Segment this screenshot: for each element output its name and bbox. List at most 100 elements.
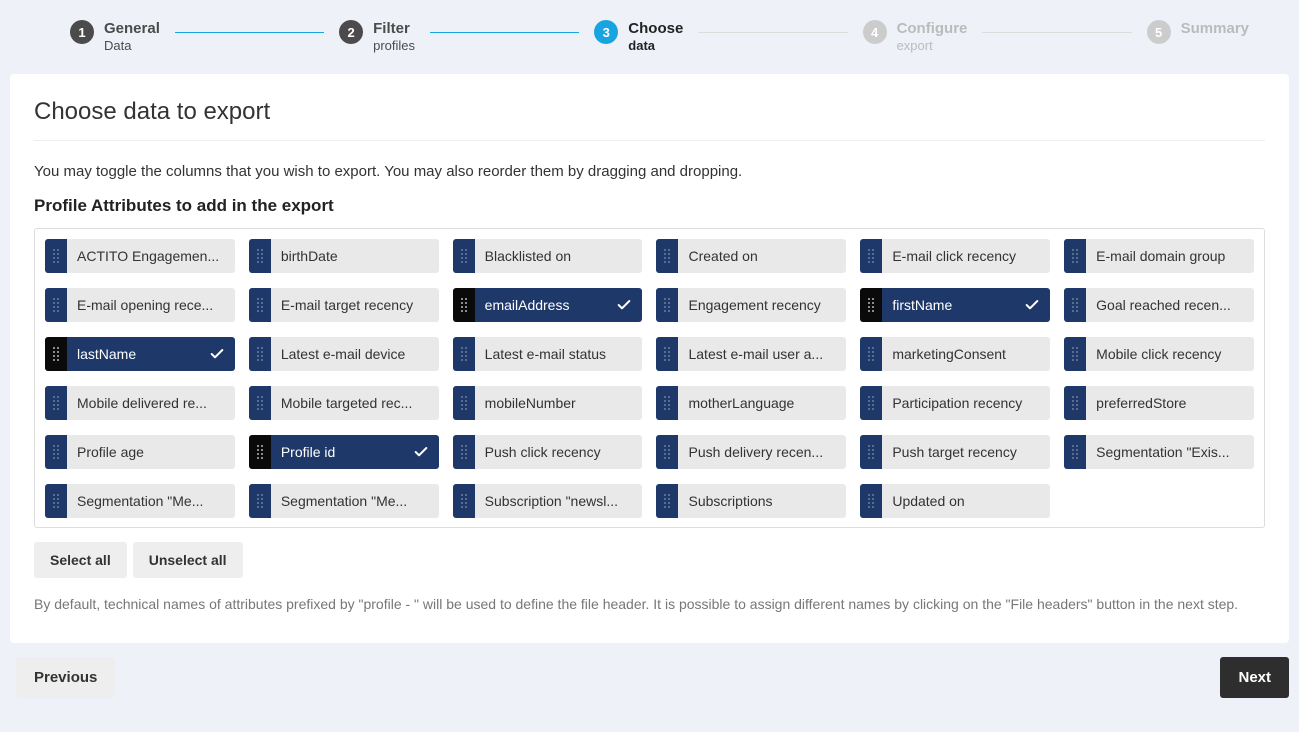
attribute-chip-body[interactable]: Subscription "newsl... <box>475 484 643 518</box>
drag-handle-icon[interactable] <box>1064 435 1086 469</box>
attribute-chip[interactable]: mobileNumber <box>453 386 643 420</box>
step-general[interactable]: 1GeneralData <box>70 20 160 54</box>
attribute-chip[interactable]: Segmentation "Exis... <box>1064 435 1254 469</box>
attribute-chip-body[interactable]: Mobile delivered re... <box>67 386 235 420</box>
attribute-chip[interactable]: Subscription "newsl... <box>453 484 643 518</box>
attribute-chip-body[interactable]: Profile age <box>67 435 235 469</box>
attribute-chip-body[interactable]: Engagement recency <box>678 288 846 322</box>
attribute-chip-body[interactable]: Latest e-mail status <box>475 337 643 371</box>
drag-handle-icon[interactable] <box>1064 288 1086 322</box>
step-choose[interactable]: 3Choosedata <box>594 20 683 54</box>
attribute-chip[interactable]: ACTITO Engagemen... <box>45 239 235 273</box>
attribute-chip-body[interactable]: Updated on <box>882 484 1050 518</box>
attribute-chip[interactable]: Segmentation "Me... <box>45 484 235 518</box>
attribute-chip[interactable]: birthDate <box>249 239 439 273</box>
attribute-chip[interactable]: Push target recency <box>860 435 1050 469</box>
drag-handle-icon[interactable] <box>45 288 67 322</box>
drag-handle-icon[interactable] <box>860 435 882 469</box>
attribute-chip-body[interactable]: Mobile click recency <box>1086 337 1254 371</box>
drag-handle-icon[interactable] <box>1064 239 1086 273</box>
attribute-chip-body[interactable]: E-mail domain group <box>1086 239 1254 273</box>
select-all-button[interactable]: Select all <box>34 542 127 578</box>
drag-handle-icon[interactable] <box>249 288 271 322</box>
attribute-chip[interactable]: Latest e-mail device <box>249 337 439 371</box>
attribute-chip-body[interactable]: Profile id <box>271 435 439 469</box>
attribute-chip-body[interactable]: Created on <box>678 239 846 273</box>
attribute-chip-body[interactable]: marketingConsent <box>882 337 1050 371</box>
attribute-chip-body[interactable]: Segmentation "Me... <box>67 484 235 518</box>
drag-handle-icon[interactable] <box>656 337 678 371</box>
attribute-chip[interactable]: lastName <box>45 337 235 371</box>
attribute-chip[interactable]: Participation recency <box>860 386 1050 420</box>
drag-handle-icon[interactable] <box>45 435 67 469</box>
attribute-chip-body[interactable]: E-mail target recency <box>271 288 439 322</box>
drag-handle-icon[interactable] <box>656 386 678 420</box>
attribute-chip[interactable]: Push click recency <box>453 435 643 469</box>
attribute-chip[interactable]: Profile age <box>45 435 235 469</box>
attribute-chip[interactable]: motherLanguage <box>656 386 846 420</box>
attribute-chip-body[interactable]: preferredStore <box>1086 386 1254 420</box>
drag-handle-icon[interactable] <box>453 386 475 420</box>
attribute-chip-body[interactable]: Subscriptions <box>678 484 846 518</box>
step-filter[interactable]: 2Filterprofiles <box>339 20 415 54</box>
attribute-chip[interactable]: emailAddress <box>453 288 643 322</box>
drag-handle-icon[interactable] <box>453 484 475 518</box>
drag-handle-icon[interactable] <box>860 484 882 518</box>
drag-handle-icon[interactable] <box>249 484 271 518</box>
previous-button[interactable]: Previous <box>16 657 115 698</box>
drag-handle-icon[interactable] <box>1064 337 1086 371</box>
attribute-chip[interactable]: E-mail click recency <box>860 239 1050 273</box>
attribute-chip-body[interactable]: Latest e-mail device <box>271 337 439 371</box>
attribute-chip[interactable]: Mobile click recency <box>1064 337 1254 371</box>
drag-handle-icon[interactable] <box>453 239 475 273</box>
attribute-chip-body[interactable]: mobileNumber <box>475 386 643 420</box>
attribute-chip-body[interactable]: birthDate <box>271 239 439 273</box>
drag-handle-icon[interactable] <box>45 484 67 518</box>
attribute-chip-body[interactable]: Latest e-mail user a... <box>678 337 846 371</box>
attribute-chip-body[interactable]: E-mail opening rece... <box>67 288 235 322</box>
attribute-chip[interactable]: marketingConsent <box>860 337 1050 371</box>
attribute-chip[interactable]: E-mail target recency <box>249 288 439 322</box>
attribute-chip[interactable]: Created on <box>656 239 846 273</box>
attribute-chip[interactable]: Mobile targeted rec... <box>249 386 439 420</box>
drag-handle-icon[interactable] <box>45 337 67 371</box>
attribute-chip-body[interactable]: E-mail click recency <box>882 239 1050 273</box>
attribute-chip-body[interactable]: Participation recency <box>882 386 1050 420</box>
attribute-chip-body[interactable]: Push delivery recen... <box>678 435 846 469</box>
drag-handle-icon[interactable] <box>453 337 475 371</box>
attribute-chip-body[interactable]: Push click recency <box>475 435 643 469</box>
attribute-chip[interactable]: Profile id <box>249 435 439 469</box>
drag-handle-icon[interactable] <box>656 239 678 273</box>
attribute-chip[interactable]: Latest e-mail status <box>453 337 643 371</box>
attribute-chip[interactable]: preferredStore <box>1064 386 1254 420</box>
attribute-chip[interactable]: Latest e-mail user a... <box>656 337 846 371</box>
unselect-all-button[interactable]: Unselect all <box>133 542 243 578</box>
drag-handle-icon[interactable] <box>249 239 271 273</box>
attribute-chip-body[interactable]: Segmentation "Me... <box>271 484 439 518</box>
attribute-chip[interactable]: E-mail domain group <box>1064 239 1254 273</box>
attribute-chip-body[interactable]: Mobile targeted rec... <box>271 386 439 420</box>
attribute-chip[interactable]: Push delivery recen... <box>656 435 846 469</box>
drag-handle-icon[interactable] <box>860 337 882 371</box>
attribute-chip-body[interactable]: ACTITO Engagemen... <box>67 239 235 273</box>
attribute-chip[interactable]: Segmentation "Me... <box>249 484 439 518</box>
drag-handle-icon[interactable] <box>249 386 271 420</box>
attribute-chip[interactable]: Engagement recency <box>656 288 846 322</box>
drag-handle-icon[interactable] <box>453 435 475 469</box>
drag-handle-icon[interactable] <box>860 288 882 322</box>
attribute-chip[interactable]: firstName <box>860 288 1050 322</box>
drag-handle-icon[interactable] <box>860 239 882 273</box>
attribute-chip[interactable]: Goal reached recen... <box>1064 288 1254 322</box>
attribute-chip-body[interactable]: Blacklisted on <box>475 239 643 273</box>
attribute-chip-body[interactable]: Goal reached recen... <box>1086 288 1254 322</box>
drag-handle-icon[interactable] <box>860 386 882 420</box>
drag-handle-icon[interactable] <box>249 435 271 469</box>
attribute-chip[interactable]: Mobile delivered re... <box>45 386 235 420</box>
drag-handle-icon[interactable] <box>453 288 475 322</box>
drag-handle-icon[interactable] <box>656 484 678 518</box>
attribute-chip-body[interactable]: emailAddress <box>475 288 643 322</box>
attribute-chip[interactable]: Blacklisted on <box>453 239 643 273</box>
drag-handle-icon[interactable] <box>45 239 67 273</box>
drag-handle-icon[interactable] <box>1064 386 1086 420</box>
drag-handle-icon[interactable] <box>656 435 678 469</box>
